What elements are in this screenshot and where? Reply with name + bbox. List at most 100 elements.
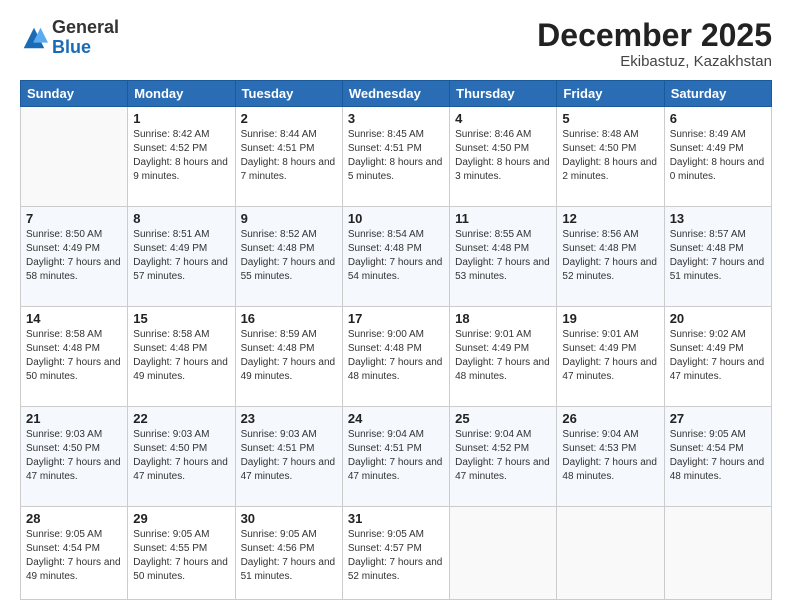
calendar-cell: 11 Sunrise: 8:55 AM Sunset: 4:48 PM Dayli…	[450, 207, 557, 307]
calendar-cell: 4 Sunrise: 8:46 AM Sunset: 4:50 PM Daylig…	[450, 107, 557, 207]
calendar-cell: 13 Sunrise: 8:57 AM Sunset: 4:48 PM Dayli…	[664, 207, 771, 307]
cell-content: Sunrise: 8:52 AM Sunset: 4:48 PM Dayligh…	[241, 228, 337, 284]
cell-content: Sunrise: 9:01 AM Sunset: 4:49 PM Dayligh…	[562, 328, 658, 384]
day-header-friday: Friday	[557, 81, 664, 107]
day-number: 5	[562, 111, 658, 126]
day-number: 31	[348, 511, 444, 526]
cell-content: Sunrise: 9:03 AM Sunset: 4:51 PM Dayligh…	[241, 428, 337, 484]
cell-content: Sunrise: 8:58 AM Sunset: 4:48 PM Dayligh…	[133, 328, 229, 384]
day-number: 16	[241, 311, 337, 326]
cell-content: Sunrise: 9:05 AM Sunset: 4:54 PM Dayligh…	[670, 428, 766, 484]
day-header-wednesday: Wednesday	[342, 81, 449, 107]
day-number: 9	[241, 211, 337, 226]
day-header-sunday: Sunday	[21, 81, 128, 107]
day-number: 25	[455, 411, 551, 426]
calendar-cell	[450, 506, 557, 599]
day-header-tuesday: Tuesday	[235, 81, 342, 107]
calendar-cell: 2Sunrise: 8:44 AM Sunset: 4:51 PM Daylig…	[235, 107, 342, 207]
calendar-cell: 5Sunrise: 8:48 AM Sunset: 4:50 PM Daylig…	[557, 107, 664, 207]
day-number: 13	[670, 211, 766, 226]
cell-content: Sunrise: 8:49 AM Sunset: 4:49 PM Dayligh…	[670, 128, 766, 184]
day-number: 24	[348, 411, 444, 426]
calendar-cell: 7Sunrise: 8:50 AM Sunset: 4:49 PM Daylig…	[21, 207, 128, 307]
day-number: 17	[348, 311, 444, 326]
day-number: 27	[670, 411, 766, 426]
calendar-cell: 6 Sunrise: 8:49 AM Sunset: 4:49 PM Daylig…	[664, 107, 771, 207]
cell-content: Sunrise: 9:05 AM Sunset: 4:56 PM Dayligh…	[241, 528, 337, 584]
cell-content: Sunrise: 8:42 AM Sunset: 4:52 PM Dayligh…	[133, 128, 229, 184]
day-number: 29	[133, 511, 229, 526]
month-year: December 2025	[537, 18, 772, 53]
cell-content: Sunrise: 9:01 AM Sunset: 4:49 PM Dayligh…	[455, 328, 551, 384]
cell-content: Sunrise: 8:44 AM Sunset: 4:51 PM Dayligh…	[241, 128, 337, 184]
day-number: 19	[562, 311, 658, 326]
calendar-cell: 29 Sunrise: 9:05 AM Sunset: 4:55 PM Dayli…	[128, 506, 235, 599]
day-number: 10	[348, 211, 444, 226]
logo-icon	[20, 24, 48, 52]
calendar-cell: 12Sunrise: 8:56 AM Sunset: 4:48 PM Dayli…	[557, 207, 664, 307]
day-number: 21	[26, 411, 122, 426]
calendar-cell: 26 Sunrise: 9:04 AM Sunset: 4:53 PM Dayli…	[557, 406, 664, 506]
cell-content: Sunrise: 9:04 AM Sunset: 4:52 PM Dayligh…	[455, 428, 551, 484]
calendar-cell: 18 Sunrise: 9:01 AM Sunset: 4:49 PM Dayli…	[450, 307, 557, 407]
header: General Blue December 2025 Ekibastuz, Ka…	[20, 18, 772, 70]
day-number: 6	[670, 111, 766, 126]
day-number: 1	[133, 111, 229, 126]
calendar-cell: 19 Sunrise: 9:01 AM Sunset: 4:49 PM Dayli…	[557, 307, 664, 407]
cell-content: Sunrise: 9:05 AM Sunset: 4:54 PM Dayligh…	[26, 528, 122, 584]
cell-content: Sunrise: 8:51 AM Sunset: 4:49 PM Dayligh…	[133, 228, 229, 284]
cell-content: Sunrise: 8:56 AM Sunset: 4:48 PM Dayligh…	[562, 228, 658, 284]
calendar-cell	[557, 506, 664, 599]
calendar-cell: 22 Sunrise: 9:03 AM Sunset: 4:50 PM Dayli…	[128, 406, 235, 506]
calendar-cell: 9 Sunrise: 8:52 AM Sunset: 4:48 PM Daylig…	[235, 207, 342, 307]
cell-content: Sunrise: 8:55 AM Sunset: 4:48 PM Dayligh…	[455, 228, 551, 284]
title-block: December 2025 Ekibastuz, Kazakhstan	[537, 18, 772, 70]
day-number: 11	[455, 211, 551, 226]
cell-content: Sunrise: 9:02 AM Sunset: 4:49 PM Dayligh…	[670, 328, 766, 384]
day-number: 3	[348, 111, 444, 126]
cell-content: Sunrise: 8:50 AM Sunset: 4:49 PM Dayligh…	[26, 228, 122, 284]
day-number: 18	[455, 311, 551, 326]
page: General Blue December 2025 Ekibastuz, Ka…	[0, 0, 792, 612]
cell-content: Sunrise: 8:46 AM Sunset: 4:50 PM Dayligh…	[455, 128, 551, 184]
day-number: 28	[26, 511, 122, 526]
day-header-thursday: Thursday	[450, 81, 557, 107]
calendar-cell: 3Sunrise: 8:45 AM Sunset: 4:51 PM Daylig…	[342, 107, 449, 207]
cell-content: Sunrise: 9:03 AM Sunset: 4:50 PM Dayligh…	[26, 428, 122, 484]
day-number: 23	[241, 411, 337, 426]
calendar-cell: 21 Sunrise: 9:03 AM Sunset: 4:50 PM Dayli…	[21, 406, 128, 506]
day-header-saturday: Saturday	[664, 81, 771, 107]
calendar-table: SundayMondayTuesdayWednesdayThursdayFrid…	[20, 80, 772, 600]
day-header-monday: Monday	[128, 81, 235, 107]
day-number: 14	[26, 311, 122, 326]
calendar-cell: 15Sunrise: 8:58 AM Sunset: 4:48 PM Dayli…	[128, 307, 235, 407]
day-number: 30	[241, 511, 337, 526]
calendar-cell: 20 Sunrise: 9:02 AM Sunset: 4:49 PM Dayli…	[664, 307, 771, 407]
day-number: 22	[133, 411, 229, 426]
cell-content: Sunrise: 9:04 AM Sunset: 4:53 PM Dayligh…	[562, 428, 658, 484]
logo-blue-text: Blue	[52, 37, 91, 57]
calendar-cell: 17Sunrise: 9:00 AM Sunset: 4:48 PM Dayli…	[342, 307, 449, 407]
day-number: 8	[133, 211, 229, 226]
calendar-cell: 16Sunrise: 8:59 AM Sunset: 4:48 PM Dayli…	[235, 307, 342, 407]
calendar-cell: 27 Sunrise: 9:05 AM Sunset: 4:54 PM Dayli…	[664, 406, 771, 506]
calendar-cell: 31Sunrise: 9:05 AM Sunset: 4:57 PM Dayli…	[342, 506, 449, 599]
cell-content: Sunrise: 9:03 AM Sunset: 4:50 PM Dayligh…	[133, 428, 229, 484]
logo: General Blue	[20, 18, 119, 58]
calendar-cell: 30 Sunrise: 9:05 AM Sunset: 4:56 PM Dayli…	[235, 506, 342, 599]
calendar-cell: 10 Sunrise: 8:54 AM Sunset: 4:48 PM Dayli…	[342, 207, 449, 307]
day-number: 4	[455, 111, 551, 126]
calendar-cell: 8 Sunrise: 8:51 AM Sunset: 4:49 PM Daylig…	[128, 207, 235, 307]
cell-content: Sunrise: 9:05 AM Sunset: 4:55 PM Dayligh…	[133, 528, 229, 584]
calendar-cell	[664, 506, 771, 599]
cell-content: Sunrise: 8:54 AM Sunset: 4:48 PM Dayligh…	[348, 228, 444, 284]
cell-content: Sunrise: 9:04 AM Sunset: 4:51 PM Dayligh…	[348, 428, 444, 484]
location: Ekibastuz, Kazakhstan	[537, 53, 772, 70]
calendar-cell	[21, 107, 128, 207]
day-number: 20	[670, 311, 766, 326]
day-number: 26	[562, 411, 658, 426]
calendar-cell: 28 Sunrise: 9:05 AM Sunset: 4:54 PM Dayli…	[21, 506, 128, 599]
calendar-cell: 24 Sunrise: 9:04 AM Sunset: 4:51 PM Dayli…	[342, 406, 449, 506]
cell-content: Sunrise: 8:57 AM Sunset: 4:48 PM Dayligh…	[670, 228, 766, 284]
logo-general-text: General	[52, 17, 119, 37]
